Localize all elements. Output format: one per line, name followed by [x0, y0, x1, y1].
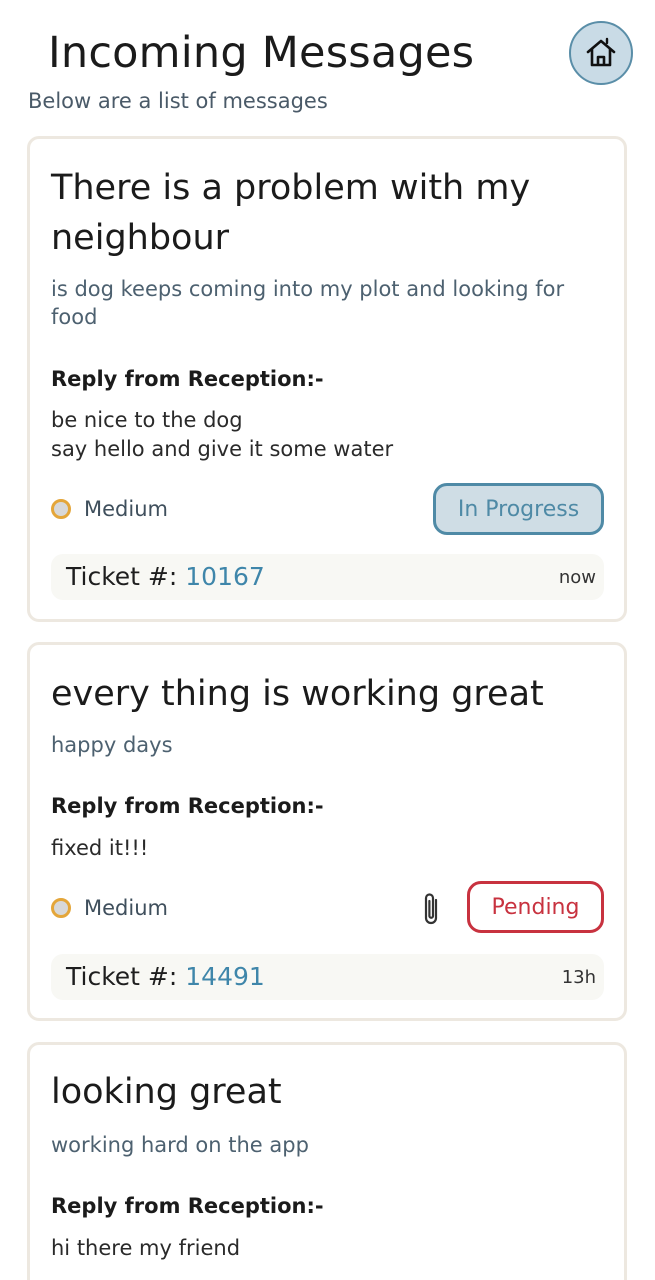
message-title: looking great [51, 1072, 282, 1112]
ticket-info: Ticket #: 10167 [66, 562, 265, 591]
message-description: working hard on the app [51, 1133, 309, 1157]
priority-dot-icon [51, 898, 71, 918]
message-description: happy days [51, 733, 173, 757]
ticket-number-link[interactable]: 10167 [185, 562, 265, 591]
ticket-bar: Ticket #: 14491 13h [51, 954, 604, 1000]
reply-heading: Reply from Reception:- [51, 367, 324, 391]
page-header: Incoming Messages Below are a list of me… [0, 0, 655, 130]
ticket-label: Ticket #: [66, 562, 178, 591]
home-icon [586, 37, 616, 67]
message-description: is dog keeps coming into my plot and loo… [51, 277, 565, 329]
ticket-timestamp: 13h [561, 967, 596, 988]
message-card[interactable]: There is a problem with my neighbour is … [27, 136, 627, 622]
ticket-number-link[interactable]: 14491 [185, 962, 265, 991]
ticket-bar: Ticket #: 10167 now [51, 554, 604, 600]
reply-body: hi there my friend [51, 1236, 241, 1260]
priority-dot-icon [51, 499, 71, 519]
reply-heading: Reply from Reception:- [51, 794, 324, 818]
reply-body: fixed it!!! [51, 836, 149, 860]
status-badge-in-progress[interactable]: In Progress [433, 483, 604, 535]
priority-indicator: Medium [51, 497, 168, 521]
reply-heading: Reply from Reception:- [51, 1194, 324, 1218]
page-subtitle: Below are a list of messages [28, 89, 328, 113]
message-card[interactable]: looking great working hard on the app Re… [27, 1042, 627, 1280]
paperclip-icon[interactable] [418, 890, 444, 930]
priority-label: Medium [84, 896, 168, 920]
ticket-info: Ticket #: 14491 [66, 962, 265, 991]
priority-label: Medium [84, 497, 168, 521]
reply-body: be nice to the dog say hello and give it… [51, 408, 394, 461]
ticket-label: Ticket #: [66, 962, 178, 991]
message-title: every thing is working great [51, 674, 544, 714]
messages-screen: Incoming Messages Below are a list of me… [0, 0, 655, 1280]
home-button[interactable] [569, 21, 633, 85]
page-title: Incoming Messages [48, 28, 475, 78]
message-card[interactable]: every thing is working great happy days … [27, 642, 627, 1021]
status-badge-pending[interactable]: Pending [467, 881, 604, 933]
priority-indicator: Medium [51, 896, 168, 920]
ticket-timestamp: now [558, 567, 596, 588]
message-title: There is a problem with my neighbour [51, 168, 531, 258]
